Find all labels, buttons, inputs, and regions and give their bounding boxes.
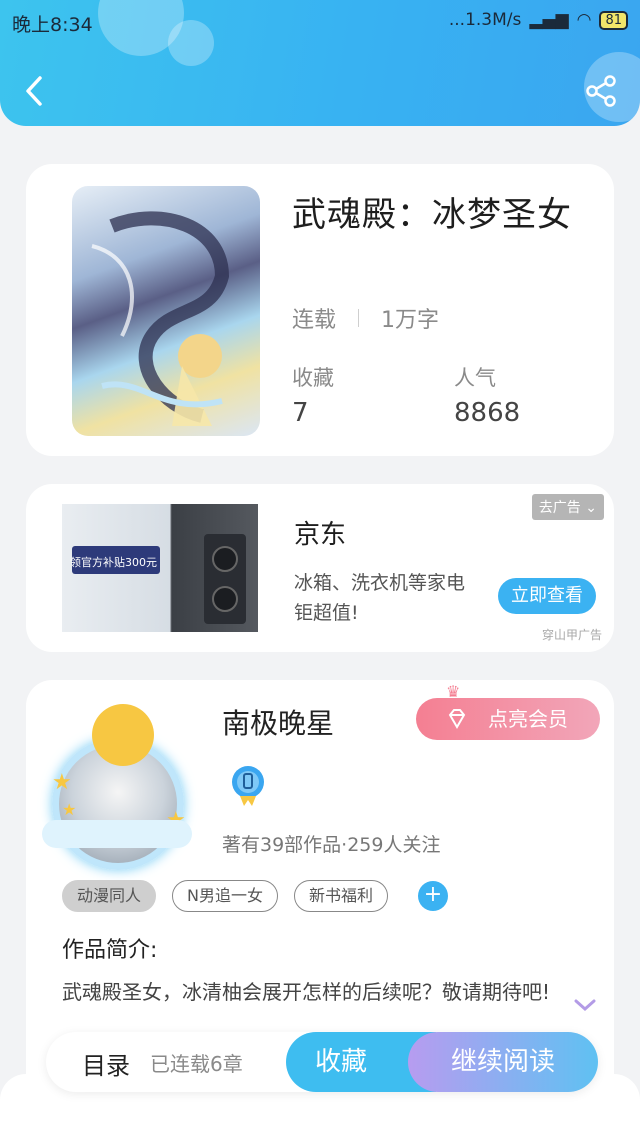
cloud-decoration [42, 820, 192, 848]
battery-icon: 81 [599, 10, 628, 30]
tag-item[interactable]: 动漫同人 [62, 880, 157, 912]
add-tag-button[interactable]: + [418, 881, 449, 911]
favorites-label: 收藏 [292, 366, 334, 390]
author-meta: 著有39部作品·259人关注 [222, 834, 441, 856]
ad-source-label: 穿山甲广告 [541, 628, 602, 642]
popularity-value: 8868 [454, 398, 521, 428]
tag-item[interactable]: N男追一女 [172, 880, 278, 912]
popularity-label: 人气 [454, 366, 496, 390]
back-arrow-icon [26, 76, 42, 106]
vip-membership-label: 点亮会员 [488, 707, 568, 731]
moon-shadow [108, 696, 168, 756]
washer-door [212, 546, 238, 572]
network-speed: ...1.3M/s [448, 10, 522, 30]
book-info-card: 武魂殿：冰梦圣女 连载 1万字 收藏 7 人气 8868 [26, 164, 614, 456]
ad-title: 京东 [294, 520, 347, 550]
status-icons: ...1.3M/s ▂▄▆ ◠ 81 [449, 10, 628, 30]
add-to-favorites-label: 收藏 [314, 1047, 367, 1077]
ad-image-headline: 领官方补贴300元 [70, 556, 157, 569]
wifi-icon: ◠ [576, 10, 592, 30]
chevron-down-icon: ⌄ [585, 500, 597, 516]
star-icon: ★ [62, 800, 77, 819]
author-badge-icon [232, 766, 264, 806]
back-button[interactable] [20, 72, 50, 110]
share-icon [586, 75, 616, 107]
remove-ad-label: 去广告 [538, 500, 581, 516]
word-count: 1万字 [381, 308, 440, 333]
bottom-action-bar: 目录 已连载6章 收藏 继续阅读 [46, 1032, 598, 1092]
tag-list: 动漫同人 N男追一女 新书福利 + [62, 880, 449, 912]
decorative-bubble [168, 20, 214, 66]
diamond-icon [448, 709, 466, 729]
intro-text: 武魂殿圣女，冰清柚会展开怎样的后续呢？敬请期待吧! [62, 980, 551, 1004]
chevron-down-icon[interactable] [574, 998, 596, 1012]
favorites-value: 7 [292, 398, 309, 428]
status-time: 晚上8:34 [12, 14, 93, 36]
header-bar: 晚上8:34 ...1.3M/s ▂▄▆ ◠ 81 [0, 0, 640, 126]
continue-reading-button[interactable]: 继续阅读 [408, 1032, 598, 1092]
dryer-door [212, 586, 238, 612]
table-of-contents-button[interactable]: 目录 [82, 1046, 130, 1081]
ad-image: 领官方补贴300元 [62, 504, 258, 632]
divider [358, 309, 360, 327]
share-button[interactable] [584, 74, 618, 108]
ad-card[interactable]: 领官方补贴300元 京东 冰箱、洗衣机等家电钜超值! 去广告 ⌄ 立即查看 穿山… [26, 484, 614, 652]
book-status-row: 连载 1万字 [292, 302, 439, 334]
author-name: 南极晚星 [222, 707, 335, 740]
ad-description: 冰箱、洗衣机等家电钜超值! [294, 572, 466, 624]
remove-ad-button[interactable]: 去广告 ⌄ [531, 494, 604, 520]
signal-icon: ▂▄▆ [529, 10, 569, 30]
author-avatar[interactable]: ★ ★ ★ [32, 694, 202, 870]
chapter-count: 已连载6章 [150, 1052, 243, 1076]
tag-item[interactable]: 新书福利 [294, 880, 389, 912]
intro-label: 作品简介: [62, 938, 158, 963]
cover-illustration [91, 211, 230, 426]
book-title: 武魂殿：冰梦圣女 [292, 195, 572, 235]
vip-membership-button[interactable]: 点亮会员 [416, 698, 600, 740]
ad-view-button[interactable]: 立即查看 [498, 578, 596, 614]
book-cover-image [72, 186, 260, 436]
serial-status: 连载 [292, 308, 337, 333]
star-icon: ★ [52, 770, 72, 795]
